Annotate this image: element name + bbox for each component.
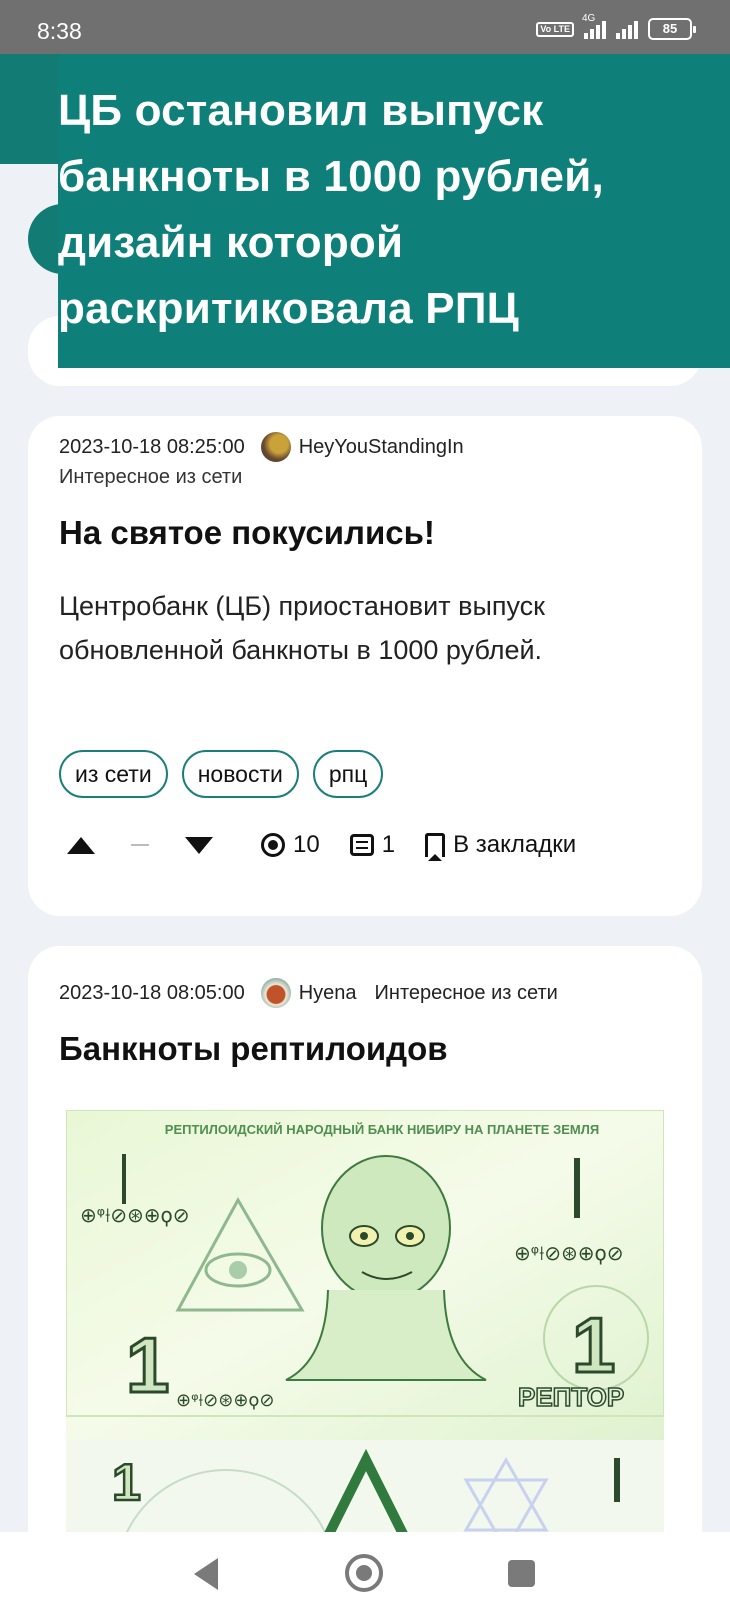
notification-headline: ЦБ остановил выпуск банкноты в 1000 рубл… [58,86,604,333]
post-actions: 10 1 В закладки [59,820,576,870]
post-date: 2023-10-18 08:25:00 [59,435,245,458]
post-tags: из сети новости рпц [59,750,384,798]
post-category[interactable]: Интересное из сети [59,466,242,489]
banknote-currency: РЕПТОР [518,1382,624,1412]
rating-value [131,844,149,846]
banknote-glyphs: ⊕ᵠ⟊⊘⊛⊕ϙ⊘ [80,1203,189,1227]
status-time: 8:38 [37,18,82,44]
tag-iz-seti[interactable]: из сети [59,750,168,798]
recent-apps-icon[interactable] [508,1560,535,1587]
signal-4g-icon: 4G [582,13,606,39]
post-title[interactable]: На святое покусились! [59,514,435,552]
bookmark-button[interactable]: В закладки [453,831,576,859]
banknote-glyphs-right: ⊕ᵠ⟊⊘⊛⊕ϙ⊘ [514,1241,623,1265]
post-title[interactable]: Банкноты рептилоидов [59,1030,448,1068]
post-date: 2023-10-18 08:05:00 [59,981,245,1004]
post-meta: 2023-10-18 08:25:00 HeyYouStandingIn [59,432,464,462]
signal-icon [616,19,638,39]
post-meta: 2023-10-18 08:05:00 Hyena Интересное из … [59,978,558,1008]
post-card[interactable]: 2023-10-18 08:05:00 Hyena Интересное из … [28,946,702,1622]
avatar[interactable] [260,978,291,1008]
volte-icon: Vo LTE [536,21,574,37]
banknote-denomination-right: 1 [572,1301,615,1389]
news-notification[interactable]: ЦБ остановил выпуск банкноты в 1000 рубл… [58,54,730,368]
downvote-icon[interactable] [185,836,213,854]
post-body: Центробанк (ЦБ) приостановит выпуск обно… [59,591,545,665]
back-icon[interactable] [194,1558,218,1590]
banknote-glyph-row: ⊕ᵠ⟊⊘⊛⊕ϙ⊘ [176,1390,275,1411]
home-icon[interactable] [345,1554,383,1592]
views-count: 10 [293,831,320,858]
network-type: 4G [582,13,596,24]
post-author[interactable]: Hyena [299,982,357,1005]
post-author[interactable]: HeyYouStandingIn [299,436,464,459]
comments-count[interactable]: 1 [382,831,395,859]
avatar[interactable] [260,432,291,462]
status-bar: 8:38 Vo LTE 4G 85 [0,0,730,54]
upvote-icon[interactable] [67,836,95,854]
banknote-top-text: РЕПТИЛОИДСКИЙ НАРОДНЫЙ БАНК НИБИРУ НА ПЛ… [165,1122,599,1137]
banknote-image[interactable]: РЕПТИЛОИДСКИЙ НАРОДНЫЙ БАНК НИБИРУ НА ПЛ… [66,1110,664,1440]
post-category[interactable]: Интересное из сети [375,982,558,1005]
banknote-back-denomination: 1 [112,1454,141,1512]
battery-icon: 85 [648,18,696,40]
post-card[interactable]: 2023-10-18 08:25:00 HeyYouStandingIn Инт… [28,416,702,916]
comment-icon[interactable] [349,834,374,856]
tag-novosti[interactable]: новости [181,750,299,798]
banknote-denomination-left: 1 [126,1321,169,1409]
tag-rpc[interactable]: рпц [312,750,384,798]
bookmark-icon[interactable] [425,833,446,861]
system-nav-bar [0,1532,730,1622]
eye-icon [261,833,285,857]
status-icons: Vo LTE 4G 85 [536,13,696,40]
